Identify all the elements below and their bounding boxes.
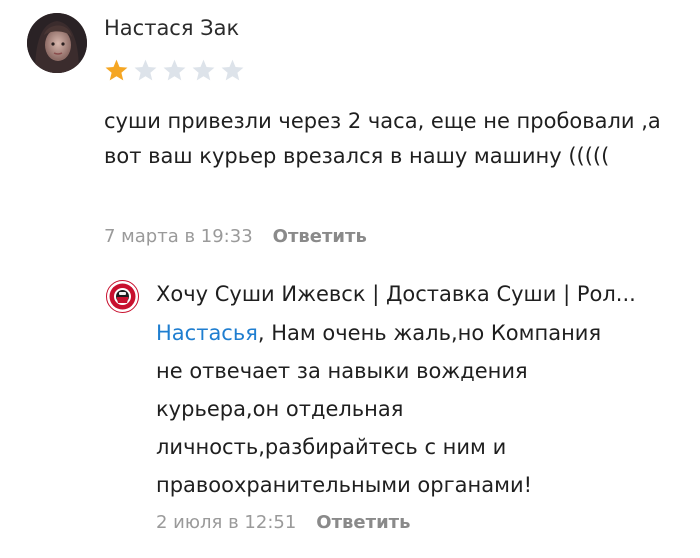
star-empty-icon <box>163 59 186 81</box>
company-logo-icon[interactable] <box>106 280 139 313</box>
reply-meta: 2 июля в 12:51 Ответить <box>156 512 411 533</box>
reply-button-2[interactable]: Ответить <box>316 512 410 533</box>
mention-link[interactable]: Настасья <box>156 321 258 345</box>
review-date: 7 марта в 19:33 <box>104 226 253 247</box>
avatar-photo <box>27 13 87 73</box>
reply-button[interactable]: Ответить <box>273 226 367 247</box>
reply-body: , Нам очень жаль,но Компания не отвечает… <box>156 321 602 497</box>
author-name[interactable]: Настася Зак <box>104 16 239 40</box>
review-text: суши привезли через 2 часа, еще не пробо… <box>104 109 661 168</box>
reply-date: 2 июля в 12:51 <box>156 512 297 533</box>
star-empty-icon <box>134 59 157 81</box>
star-filled-icon <box>105 59 128 81</box>
company-name[interactable]: Хочу Суши Ижевск | Доставка Суши | Рол..… <box>156 282 666 306</box>
rating-stars <box>104 58 245 83</box>
review-meta: 7 марта в 19:33 Ответить <box>104 226 367 247</box>
reply-text: Настасья, Нам очень жаль,но Компания не … <box>156 314 626 504</box>
star-empty-icon <box>221 59 244 81</box>
avatar[interactable] <box>27 13 87 73</box>
star-empty-icon <box>192 59 215 81</box>
